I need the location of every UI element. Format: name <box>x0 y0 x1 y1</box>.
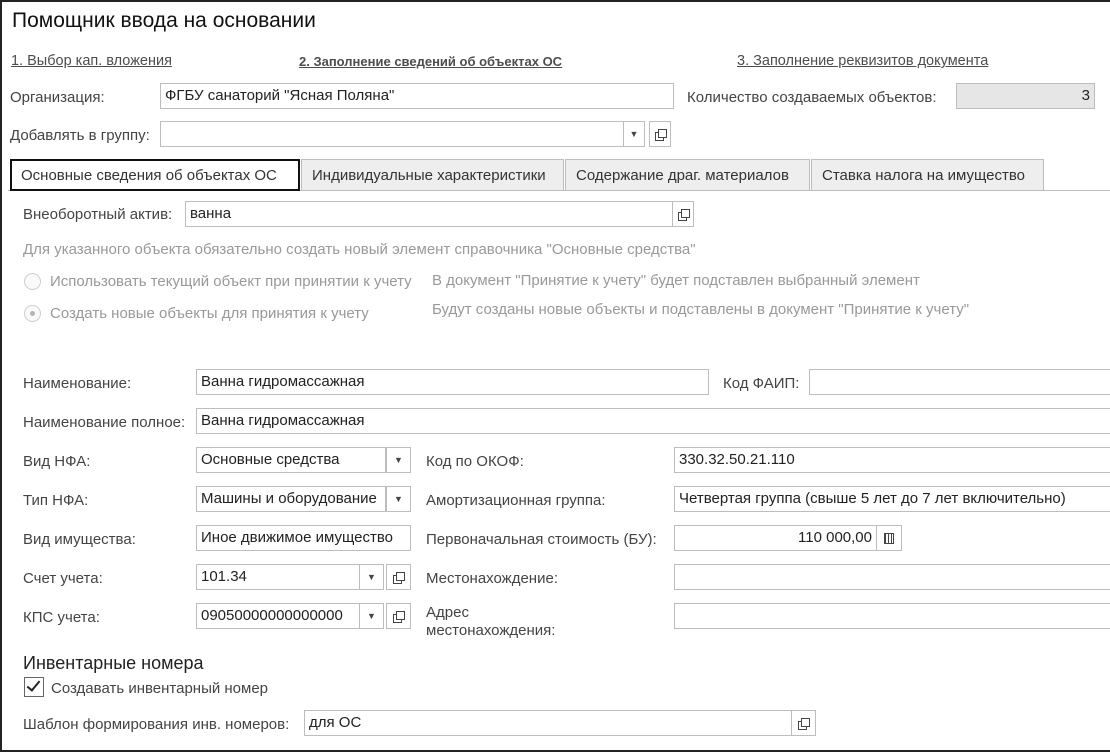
kps-label: КПС учета: <box>23 609 100 626</box>
inventory-template-open-button[interactable] <box>791 710 816 736</box>
chevron-down-icon: ▼ <box>629 129 639 139</box>
faip-field[interactable] <box>809 369 1110 395</box>
account-field[interactable]: 101.34 <box>196 564 360 590</box>
nfa-kind-label: Вид НФА: <box>23 453 91 470</box>
asset-hint: Для указанного объекта обязательно созда… <box>23 241 696 258</box>
open-icon <box>654 128 667 141</box>
nfa-kind-select[interactable]: Основные средства <box>196 447 386 473</box>
organization-field[interactable]: ФГБУ санаторий "Ясная Поляна" <box>160 83 674 109</box>
chevron-down-icon: ▼ <box>367 611 376 621</box>
group-open-button[interactable] <box>649 121 671 147</box>
asset-label: Внеоборотный актив: <box>23 206 173 223</box>
radio-create-new-label: Создать новые объекты для принятия к уче… <box>50 305 369 322</box>
asset-field[interactable]: ванна <box>185 201 673 227</box>
objects-count-field: 3 <box>956 83 1095 109</box>
tab-individual-characteristics[interactable]: Индивидуальные характеристики <box>301 159 564 191</box>
amortization-group-label: Амортизационная группа: <box>426 492 606 509</box>
account-dropdown-button[interactable]: ▼ <box>359 564 384 590</box>
nfa-type-dropdown-button[interactable]: ▼ <box>386 486 411 512</box>
radio-create-new[interactable] <box>24 305 41 322</box>
property-kind-field[interactable]: Иное движимое имущество <box>196 525 411 551</box>
checkmark-icon <box>26 677 41 692</box>
radio-use-current-label: Использовать текущий объект при принятии… <box>50 273 412 290</box>
chevron-down-icon: ▼ <box>394 494 403 504</box>
group-label: Добавлять в группу: <box>10 127 150 144</box>
amortization-group-field[interactable]: Четвертая группа (свыше 5 лет до 7 лет в… <box>674 486 1110 512</box>
step-3-link[interactable]: 3. Заполнение реквизитов документа <box>737 53 988 69</box>
inventory-section-title: Инвентарные номера <box>23 653 204 673</box>
create-inventory-label: Создавать инвентарный номер <box>51 680 269 697</box>
calculator-icon <box>884 532 894 544</box>
tab-main-info[interactable]: Основные сведения об объектах ОС <box>10 159 300 191</box>
address-label-line-2: местонахождения: <box>426 622 556 639</box>
radio-create-new-desc: Будут созданы новые объекты и подставлен… <box>432 301 970 318</box>
account-label: Счет учета: <box>23 570 103 587</box>
radio-use-current[interactable] <box>24 273 41 290</box>
open-icon <box>393 571 405 584</box>
nfa-type-select[interactable]: Машины и оборудование <box>196 486 386 512</box>
kps-dropdown-button[interactable]: ▼ <box>359 603 384 629</box>
objects-count-label: Количество создаваемых объектов: <box>687 89 937 106</box>
faip-label: Код ФАИП: <box>723 375 800 392</box>
initial-cost-field[interactable]: 110 000,00 <box>674 525 877 551</box>
open-icon <box>798 717 810 730</box>
step-1-link[interactable]: 1. Выбор кап. вложения <box>11 53 172 69</box>
name-field[interactable]: Ванна гидромассажная <box>196 369 709 395</box>
location-label: Местонахождение: <box>426 570 558 587</box>
kps-field[interactable]: 09050000000000000 <box>196 603 360 629</box>
create-inventory-checkbox[interactable] <box>24 677 44 697</box>
asset-open-button[interactable] <box>672 201 694 227</box>
address-label-line-1: Адрес <box>426 604 469 621</box>
tab-property-tax-rate[interactable]: Ставка налога на имущество <box>811 159 1044 191</box>
chevron-down-icon: ▼ <box>394 455 403 465</box>
initial-cost-label: Первоначальная стоимость (БУ): <box>426 531 657 548</box>
calculator-button[interactable] <box>876 525 902 551</box>
inventory-template-label: Шаблон формирования инв. номеров: <box>23 716 290 733</box>
name-label: Наименование: <box>23 375 132 392</box>
okof-field[interactable]: 330.32.50.21.110 <box>674 447 1110 473</box>
nfa-kind-dropdown-button[interactable]: ▼ <box>386 447 411 473</box>
full-name-label: Наименование полное: <box>23 414 186 431</box>
open-icon <box>677 208 690 221</box>
nfa-type-label: Тип НФА: <box>23 492 89 509</box>
tab-precious-materials[interactable]: Содержание драг. материалов <box>565 159 810 191</box>
property-kind-label: Вид имущества: <box>23 531 136 548</box>
kps-open-button[interactable] <box>386 603 411 629</box>
window-title: Помощник ввода на основании <box>12 9 316 32</box>
address-label: Адрес местонахождения: <box>426 604 555 640</box>
organization-label: Организация: <box>10 89 105 106</box>
step-2-link[interactable]: 2. Заполнение сведений об объектах ОС <box>299 54 562 69</box>
radio-use-current-desc: В документ "Принятие к учету" будет подс… <box>432 272 920 289</box>
okof-label: Код по ОКОФ: <box>426 453 524 470</box>
full-name-field[interactable]: Ванна гидромассажная <box>196 408 1110 434</box>
group-dropdown-button[interactable]: ▼ <box>623 121 645 147</box>
chevron-down-icon: ▼ <box>367 572 376 582</box>
group-field[interactable] <box>160 121 624 147</box>
inventory-template-field[interactable]: для ОС <box>304 710 792 736</box>
account-open-button[interactable] <box>386 564 411 590</box>
location-field[interactable] <box>674 564 1110 590</box>
address-field[interactable] <box>674 603 1110 629</box>
open-icon <box>393 610 405 623</box>
